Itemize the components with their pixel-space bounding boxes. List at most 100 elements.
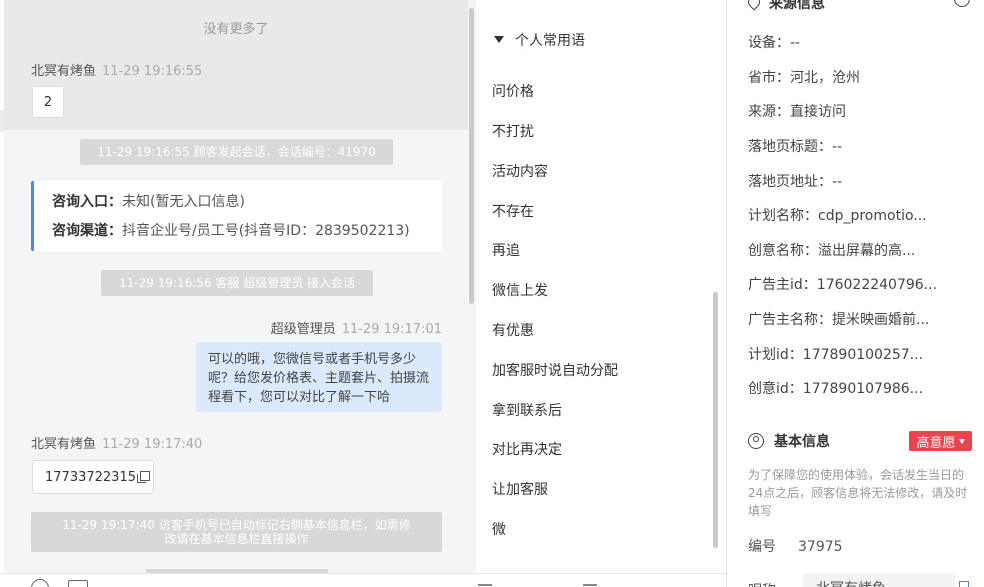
source-info-title-text: 来源信息 — [769, 0, 825, 12]
field-label: 省市： — [748, 70, 790, 86]
consult-entry-value: 未知(暂无入口信息) — [122, 194, 245, 210]
consult-info-card: 咨询入口：未知(暂无入口信息) 咨询渠道：抖音企业号/员工号(抖音号ID：283… — [31, 181, 442, 251]
source-field-device: 设备：-- — [748, 32, 800, 52]
edit-icon[interactable] — [959, 581, 969, 587]
field-value: 176022240796... — [816, 277, 938, 293]
consult-channel-row: 咨询渠道：抖音企业号/员工号(抖音号ID：2839502213) — [52, 221, 442, 250]
field-value: 河北，沧州 — [790, 70, 860, 86]
nickname-label: 昵称 — [748, 580, 776, 587]
source-field-origin: 来源：直接访问 — [748, 101, 846, 121]
edit-deadline-note: 为了保障您的使用体验，会话发生当日的24点之后，顾客信息将无法修改，请及时填写 — [748, 468, 968, 518]
agent-message-header: 超级管理员 11-29 19:17:01 — [271, 318, 442, 337]
caret-down-icon — [494, 36, 504, 43]
field-value: -- — [832, 174, 843, 190]
field-label: 计划名称： — [748, 208, 818, 224]
phrase-item[interactable]: 再追 — [492, 240, 520, 260]
source-info-title: 来源信息 — [748, 0, 825, 13]
customer-id-value: 37975 — [798, 539, 843, 555]
source-field-landing-title: 落地页标题：-- — [748, 136, 842, 156]
customer-id-row: 编号 37975 — [748, 536, 843, 556]
customer-id-label: 编号 — [748, 539, 776, 555]
phrase-item[interactable]: 拿到联系后 — [492, 400, 562, 420]
field-label: 来源： — [748, 104, 790, 120]
phrase-item[interactable]: 对比再决定 — [492, 439, 562, 459]
toolbar-icon[interactable] — [478, 584, 492, 586]
source-field-creative-id: 创意id：177890107986... — [748, 378, 923, 398]
phrase-item[interactable]: 微信上发 — [492, 280, 548, 300]
source-field-advertiser-id: 广告主id：176022240796... — [748, 274, 937, 294]
consult-entry-label: 咨询入口： — [52, 194, 122, 210]
shield-icon[interactable] — [954, 0, 970, 7]
message-header: 北冥有烤鱼 11-29 19:16:55 — [31, 60, 202, 79]
location-pin-icon — [748, 0, 760, 10]
field-label: 广告主名称： — [748, 312, 832, 328]
message-time: 11-29 19:17:40 — [102, 437, 203, 452]
chevron-down-icon — [958, 438, 965, 444]
basic-info-title-text: 基本信息 — [774, 434, 830, 450]
phrase-item[interactable]: 加客服时说自动分配 — [492, 360, 618, 380]
phone-number-text: 17733722315 — [45, 469, 136, 485]
sender-name: 北冥有烤鱼 — [31, 64, 97, 79]
field-value: 177890107986... — [802, 381, 924, 397]
phrase-item[interactable]: 有优惠 — [492, 320, 534, 340]
system-message-phone-marked: 11-29 19:17:40 访客手机号已自动标记右侧基本信息栏，如需修 改请在… — [31, 512, 442, 552]
field-label: 落地页标题： — [748, 139, 832, 155]
field-value: 提米映画婚前... — [832, 312, 930, 328]
field-value: 溢出屏幕的高... — [818, 243, 916, 259]
field-value: 直接访问 — [790, 104, 846, 120]
phrases-group-title: 个人常用语 — [515, 32, 585, 49]
image-icon[interactable] — [68, 580, 88, 587]
source-field-plan-name: 计划名称：cdp_promotio... — [748, 205, 927, 225]
field-value: -- — [832, 139, 843, 155]
system-message-line-2: 改请在基本信息栏直接操作 — [164, 532, 309, 546]
message-header: 北冥有烤鱼 11-29 19:17:40 — [31, 433, 202, 452]
phrases-group-header[interactable]: 个人常用语 — [476, 27, 716, 52]
system-message-session-start: 11-29 19:16:55 顾客发起会话，会话编号：41970 — [80, 139, 393, 165]
field-value: 177890100257... — [802, 347, 924, 363]
agent-message-time: 11-29 19:17:01 — [341, 322, 442, 337]
source-field-creative-name: 创意名称：溢出屏幕的高... — [748, 240, 915, 260]
customer-phone-bubble[interactable]: 17733722315 — [32, 460, 154, 494]
field-label: 计划id： — [748, 347, 803, 363]
copy-icon[interactable] — [136, 471, 150, 483]
phrases-scrollbar[interactable] — [713, 292, 718, 548]
phrase-item[interactable]: 不存在 — [492, 201, 534, 221]
consult-channel-value: 抖音企业号/员工号(抖音号ID：2839502213) — [122, 223, 410, 239]
chat-scrollbar[interactable] — [469, 8, 474, 304]
no-more-label: 没有更多了 — [203, 22, 269, 37]
intent-level-dropdown[interactable]: 高意愿 — [909, 431, 972, 451]
agent-name: 超级管理员 — [270, 322, 336, 337]
system-message-line-1: 11-29 19:17:40 访客手机号已自动标记右侧基本信息栏，如需修 — [62, 518, 411, 532]
chat-panel: 没有更多了 北冥有烤鱼 11-29 19:16:55 2 11-29 19:16:… — [0, 0, 476, 587]
basic-info-title: 基本信息 — [748, 431, 830, 451]
nickname-field[interactable]: 北冥有烤鱼 — [803, 573, 955, 587]
message-time: 11-29 19:16:55 — [102, 64, 203, 79]
common-phrases-panel: 要电话 个人常用语 问价格 不打扰 活动内容 不存在 再追 微信上发 有优惠 加… — [476, 0, 726, 573]
source-field-landing-url: 落地页地址：-- — [748, 171, 842, 191]
field-label: 落地页地址： — [748, 174, 832, 190]
user-icon — [748, 433, 764, 449]
toolbar-icon[interactable] — [583, 584, 597, 586]
source-field-plan-id: 计划id：177890100257... — [748, 344, 923, 364]
field-label: 设备： — [748, 35, 790, 51]
field-label: 广告主id： — [748, 277, 817, 293]
consult-entry-row: 咨询入口：未知(暂无入口信息) — [52, 192, 442, 221]
phrase-item[interactable]: 不打扰 — [492, 121, 534, 141]
field-label: 创意名称： — [748, 243, 818, 259]
system-message-agent-join: 11-29 19:16:56 客服 超级管理员 接入会话 — [101, 270, 373, 296]
field-label: 创意id： — [748, 381, 803, 397]
field-value: cdp_promotio... — [818, 208, 927, 224]
intent-level-label: 高意愿 — [916, 435, 956, 451]
consult-channel-label: 咨询渠道： — [52, 223, 122, 239]
phrase-item[interactable]: 微 — [492, 519, 506, 539]
source-field-region: 省市：河北，沧州 — [748, 67, 860, 87]
customer-message-bubble[interactable]: 2 — [32, 86, 64, 118]
customer-info-panel: 来源信息 设备：-- 省市：河北，沧州 来源：直接访问 落地页标题：-- 落地页… — [727, 0, 984, 587]
phrase-item[interactable]: 问价格 — [492, 81, 534, 101]
input-toolbar — [0, 573, 726, 587]
agent-message-bubble[interactable]: 可以的哦，您微信号或者手机号多少呢？给您发价格表、主题套片、拍摄流程看下，您可以… — [196, 342, 442, 412]
phrase-item[interactable]: 活动内容 — [492, 161, 548, 181]
source-field-advertiser-name: 广告主名称：提米映画婚前... — [748, 309, 929, 329]
phrase-item[interactable]: 让加客服 — [492, 479, 548, 499]
sender-name: 北冥有烤鱼 — [31, 437, 97, 452]
